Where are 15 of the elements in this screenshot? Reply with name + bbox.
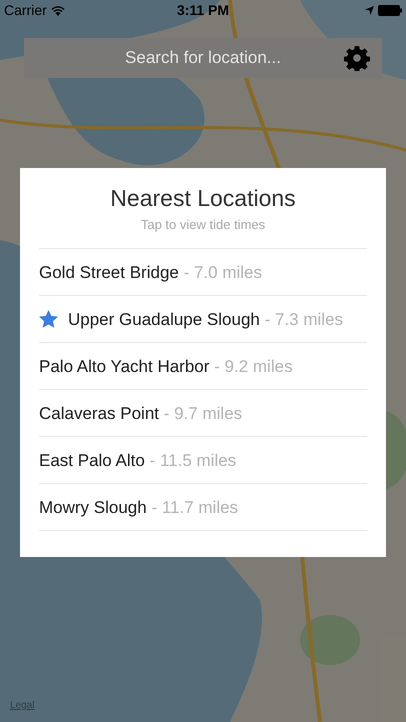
location-row[interactable]: Palo Alto Yacht Harbor - 9.2 miles <box>39 343 367 390</box>
location-row[interactable]: East Palo Alto - 11.5 miles <box>39 437 367 484</box>
location-row[interactable]: Upper Guadalupe Slough - 7.3 miles <box>39 296 367 344</box>
panel-subtitle: Tap to view tide times <box>140 216 266 234</box>
carrier-label: Carrier <box>4 0 47 20</box>
panel-title: Nearest Locations <box>109 184 297 213</box>
location-arrow-icon <box>364 6 374 14</box>
settings-icon[interactable] <box>344 45 370 71</box>
wifi-icon <box>50 4 65 16</box>
clock-time: 3:11 PM <box>176 0 230 20</box>
location-row[interactable]: Calaveras Point - 9.7 miles <box>39 390 367 438</box>
star-icon <box>39 310 58 328</box>
search-field[interactable]: Search for location... <box>24 38 382 78</box>
location-row[interactable]: Mowry Slough - 11.7 miles <box>39 484 367 532</box>
location-row[interactable]: Gold Street Bridge - 7.0 miles <box>39 249 367 296</box>
